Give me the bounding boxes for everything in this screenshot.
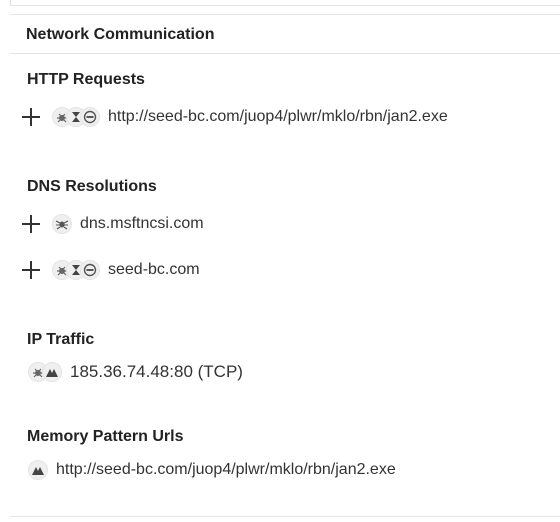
engine-icons — [52, 107, 100, 127]
engine-icons — [52, 260, 100, 280]
bottom-divider — [10, 516, 560, 517]
badge-engine-icon — [80, 260, 100, 280]
badge-engine-icon — [80, 107, 100, 127]
memory-pattern-row: http://seed-bc.com/juop4/plwr/mklo/rbn/j… — [28, 458, 396, 482]
ip-traffic-row: 185.36.74.48:80 (TCP) — [28, 360, 243, 384]
mountain-engine-icon — [28, 460, 48, 480]
ip-traffic-title: IP Traffic — [27, 331, 95, 348]
memory-pattern-url[interactable]: http://seed-bc.com/juop4/plwr/mklo/rbn/j… — [56, 461, 396, 479]
expand-plus-icon[interactable] — [22, 108, 40, 126]
top-panel-edge — [10, 0, 560, 6]
dns-host[interactable]: seed-bc.com — [108, 261, 200, 279]
section-header: Network Communication — [10, 14, 560, 54]
expand-plus-icon[interactable] — [22, 215, 40, 233]
expand-plus-icon[interactable] — [22, 261, 40, 279]
http-requests-title: HTTP Requests — [27, 71, 145, 88]
section-title: Network Communication — [26, 26, 215, 43]
engine-icons — [28, 362, 62, 382]
http-request-row: http://seed-bc.com/juop4/plwr/mklo/rbn/j… — [22, 105, 448, 129]
dns-host[interactable]: dns.msftncsi.com — [80, 215, 204, 233]
dns-resolution-row: seed-bc.com — [22, 258, 200, 282]
ip-traffic-value[interactable]: 185.36.74.48:80 (TCP) — [70, 362, 243, 382]
dns-resolutions-title: DNS Resolutions — [27, 178, 157, 195]
engine-icons — [52, 214, 72, 234]
dns-resolution-row: dns.msftncsi.com — [22, 212, 204, 236]
memory-pattern-urls-title: Memory Pattern Urls — [27, 428, 184, 445]
mountain-engine-icon — [42, 362, 62, 382]
http-request-url[interactable]: http://seed-bc.com/juop4/plwr/mklo/rbn/j… — [108, 108, 448, 126]
engine-icons — [28, 460, 48, 480]
spider-engine-icon — [52, 214, 72, 234]
